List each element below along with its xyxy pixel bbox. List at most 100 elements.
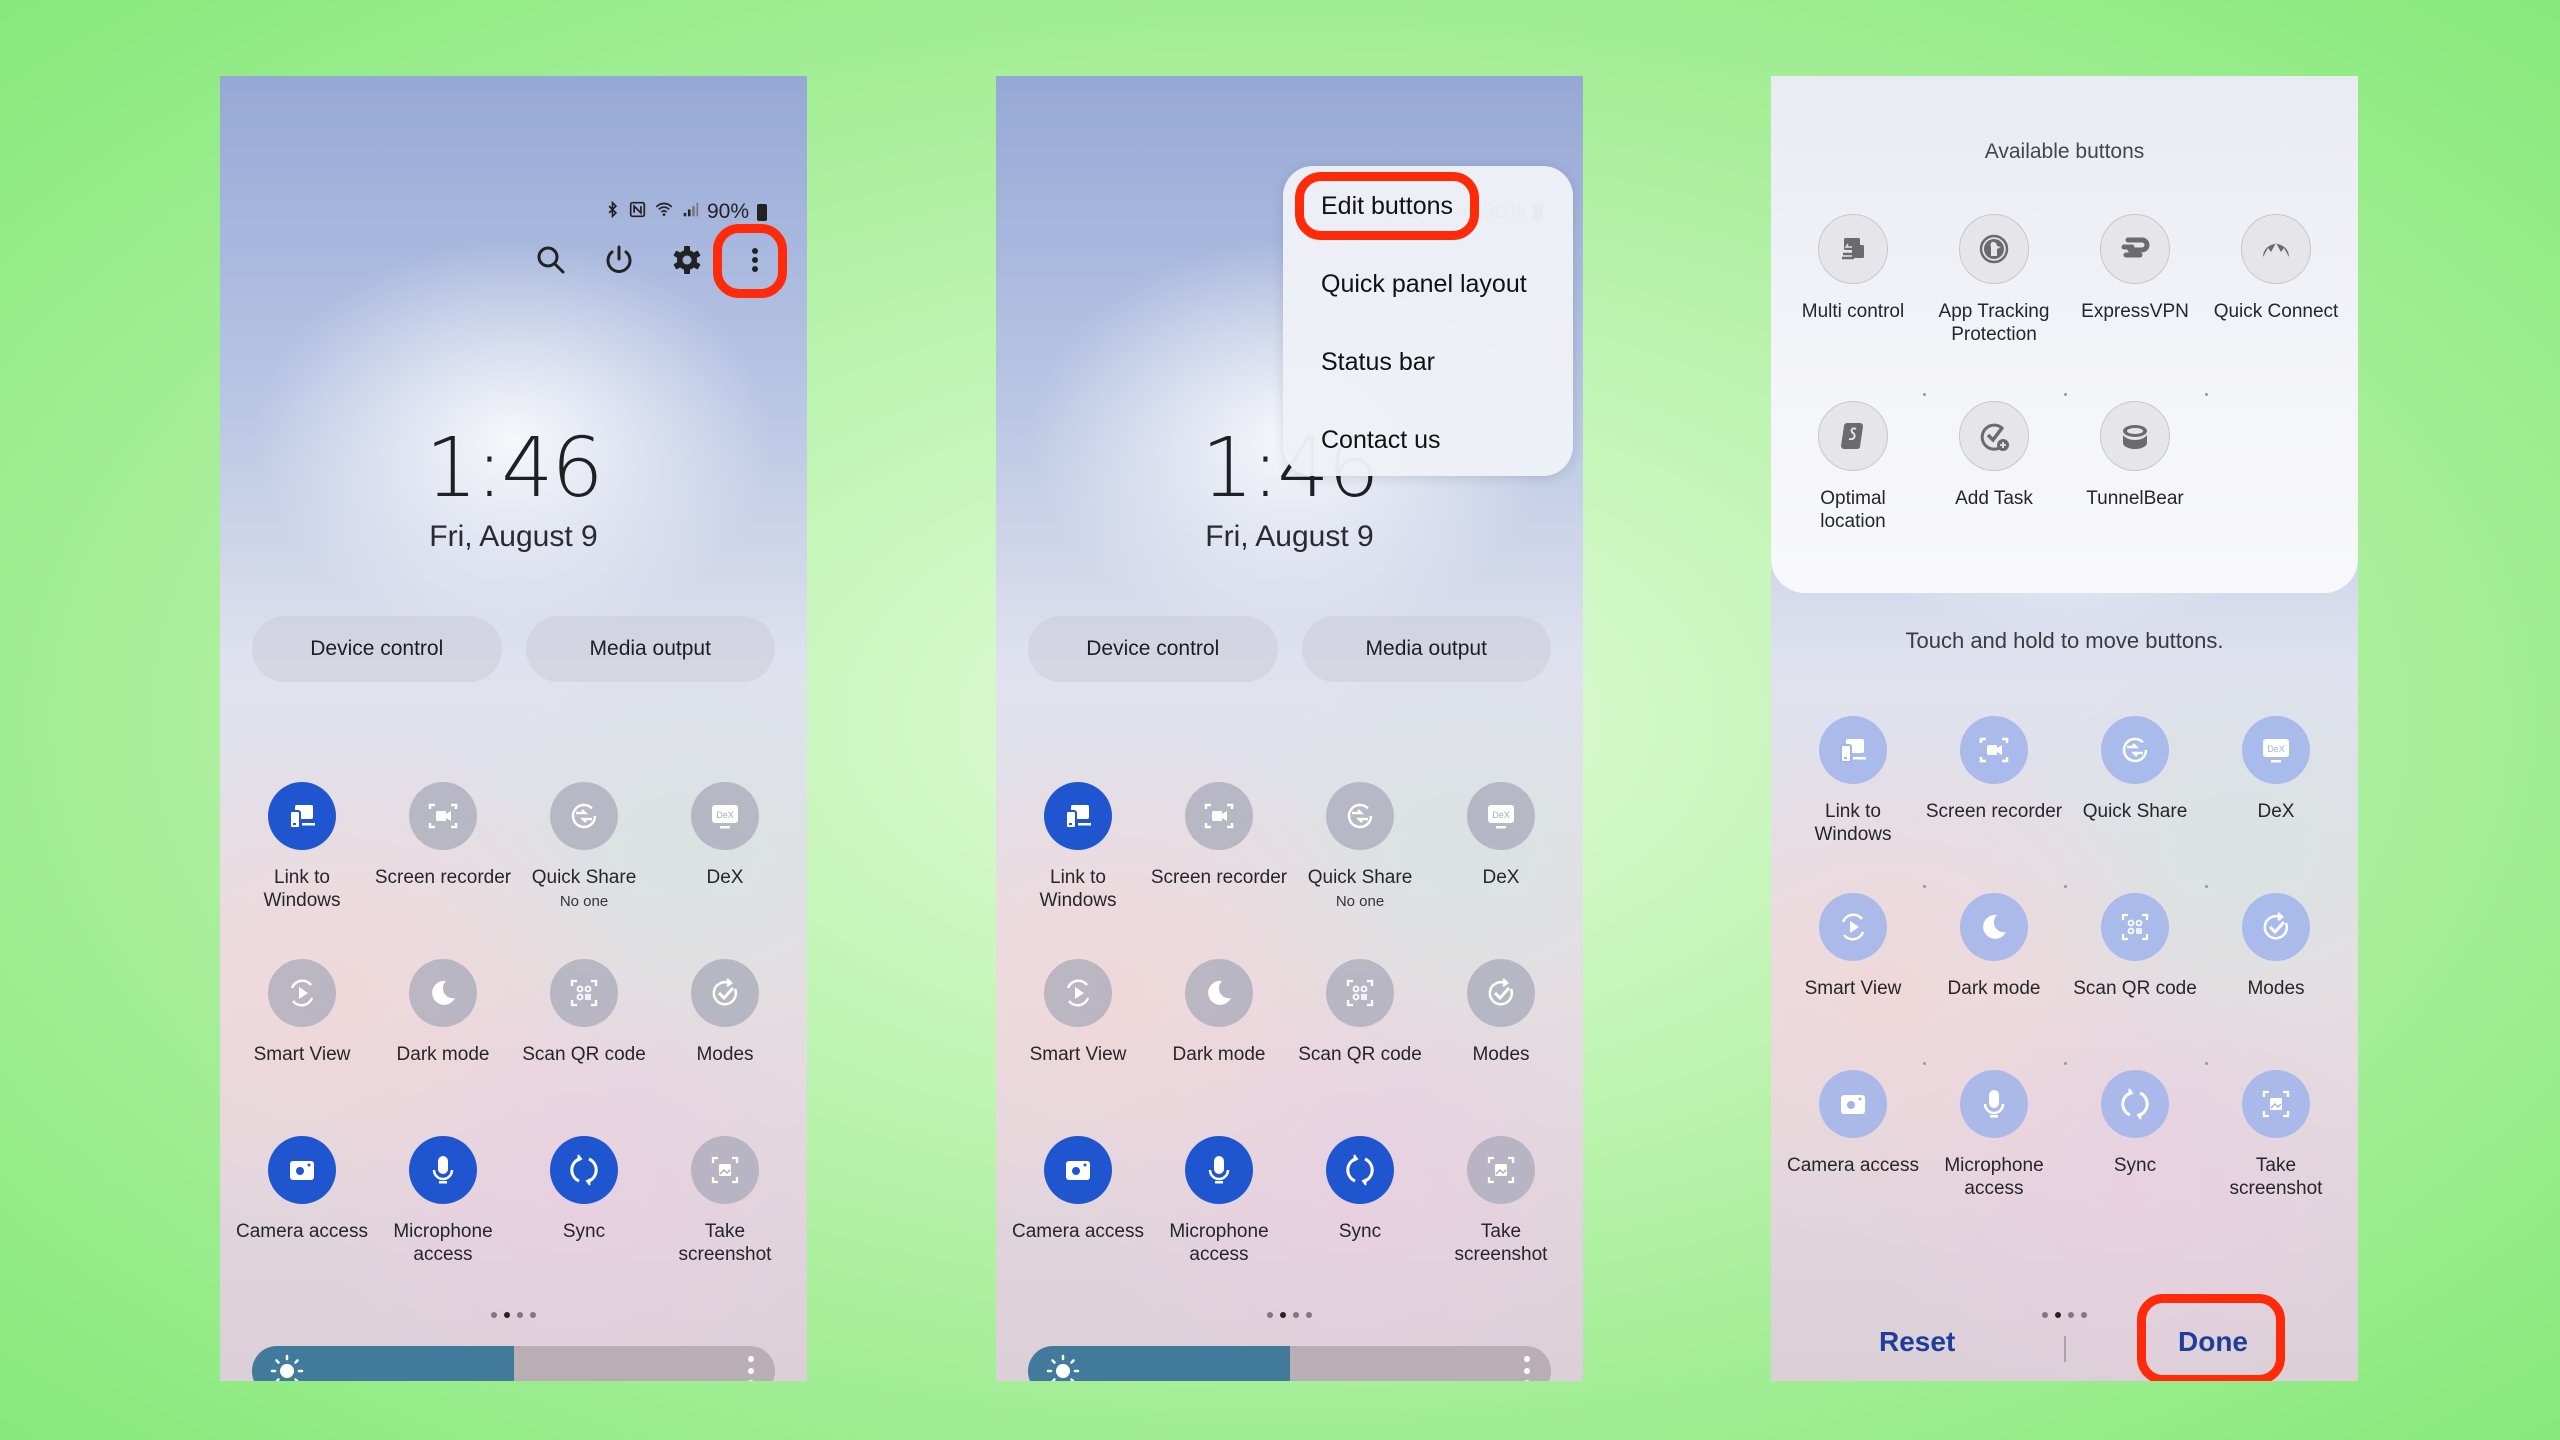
tile-screen-recorder[interactable]: Screen recorder xyxy=(373,782,514,959)
tile-quick-share[interactable]: Quick Share No one xyxy=(514,782,655,959)
page-dot[interactable] xyxy=(1306,1312,1312,1318)
clock-date: Fri, August 9 xyxy=(429,520,598,553)
available-surfshark[interactable]: Optimal location xyxy=(1783,401,1924,588)
edit-tile-qr-code[interactable]: Scan QR code xyxy=(2065,893,2206,1070)
tile-modes[interactable]: Modes xyxy=(1431,959,1572,1136)
settings-button[interactable] xyxy=(653,236,721,288)
menu-item-status-bar[interactable]: Status bar xyxy=(1321,348,1435,377)
tile-screenshot[interactable]: Take screenshot xyxy=(655,1136,796,1313)
page-dot[interactable] xyxy=(1293,1312,1299,1318)
tile-dark-mode[interactable]: Dark mode xyxy=(373,959,514,1136)
tile-label: TunnelBear xyxy=(2086,488,2184,509)
tile-camera[interactable]: Camera access xyxy=(1008,1136,1149,1313)
tile-label: Modes xyxy=(696,1044,754,1065)
edit-tile-dex[interactable]: DeX DeX xyxy=(2206,716,2347,893)
tile-label: Quick Share xyxy=(1307,867,1413,888)
edit-tile-camera[interactable]: Camera access xyxy=(1783,1070,1924,1247)
menu-item-contact-us[interactable]: Contact us xyxy=(1321,426,1441,455)
edit-tile-link-to-windows[interactable]: Link to Windows xyxy=(1783,716,1924,893)
page-dot[interactable] xyxy=(1267,1312,1273,1318)
quick-share-icon xyxy=(550,782,618,850)
tile-microphone[interactable]: Microphone access xyxy=(373,1136,514,1313)
signal-icon xyxy=(682,201,699,224)
page-dot[interactable] xyxy=(517,1312,523,1318)
brightness-slider[interactable] xyxy=(1028,1346,1551,1381)
page-dot[interactable] xyxy=(530,1312,536,1318)
link-to-windows-icon xyxy=(268,782,336,850)
tile-label: Quick Connect xyxy=(2213,301,2339,322)
media-output-button[interactable]: Media output xyxy=(525,616,775,682)
edit-tile-sync[interactable]: Sync xyxy=(2065,1070,2206,1247)
edit-hint: Touch and hold to move buttons. xyxy=(1905,628,2224,653)
smart-view-icon xyxy=(1044,959,1112,1027)
tile-qr-code[interactable]: Scan QR code xyxy=(1290,959,1431,1136)
quick-share-icon xyxy=(1326,782,1394,850)
edit-tile-screenshot[interactable]: Take screenshot xyxy=(2206,1070,2347,1247)
qr-code-icon xyxy=(1326,959,1394,1027)
available-tunnelbear[interactable]: TunnelBear xyxy=(2065,401,2206,588)
tile-smart-view[interactable]: Smart View xyxy=(232,959,373,1136)
edit-tile-smart-view[interactable]: Smart View xyxy=(1783,893,1924,1070)
tile-smart-view[interactable]: Smart View xyxy=(1008,959,1149,1136)
available-nordvpn[interactable]: Quick Connect xyxy=(2206,214,2347,401)
quick-panel-screen: 90% 1:46 Fri, August 9 Device control Me… xyxy=(220,76,807,1381)
page-dot[interactable] xyxy=(491,1312,497,1318)
screenshot-icon xyxy=(1467,1136,1535,1204)
edit-tile-dark-mode[interactable]: Dark mode xyxy=(1924,893,2065,1070)
tile-camera[interactable]: Camera access xyxy=(232,1136,373,1313)
tile-link-to-windows[interactable]: Link to Windows xyxy=(1008,782,1149,959)
tile-label: Scan QR code xyxy=(2073,978,2197,999)
grid-separator xyxy=(2205,1062,2208,1065)
dark-mode-icon xyxy=(1960,893,2028,961)
brightness-more-icon[interactable] xyxy=(1523,1356,1531,1381)
battery-percent: 90% xyxy=(706,200,749,223)
camera-icon xyxy=(268,1136,336,1204)
done-button[interactable]: Done xyxy=(2178,1326,2248,1358)
reset-button[interactable]: Reset xyxy=(1879,1326,1955,1358)
power-button[interactable] xyxy=(585,236,653,288)
tile-dex[interactable]: DeX DeX xyxy=(1431,782,1572,959)
available-duckduckgo[interactable]: App Tracking Protection xyxy=(1924,214,2065,401)
tile-microphone[interactable]: Microphone access xyxy=(1149,1136,1290,1313)
more-options-button[interactable] xyxy=(721,236,789,288)
page-indicator xyxy=(996,1312,1583,1318)
brightness-slider[interactable] xyxy=(252,1346,775,1381)
tile-dex[interactable]: DeX DeX xyxy=(655,782,796,959)
available-add-task[interactable]: Add Task xyxy=(1924,401,2065,588)
device-control-button[interactable]: Device control xyxy=(252,616,502,682)
tile-modes[interactable]: Modes xyxy=(655,959,796,1136)
tile-sync[interactable]: Sync xyxy=(1290,1136,1431,1313)
brightness-more-icon[interactable] xyxy=(747,1356,755,1381)
page-dot[interactable] xyxy=(1280,1312,1286,1318)
tile-label: Camera access xyxy=(1787,1155,1919,1176)
page-dot[interactable] xyxy=(504,1312,510,1318)
tile-label: Scan QR code xyxy=(1298,1044,1422,1065)
tile-label: Link to Windows xyxy=(1039,867,1117,911)
status-bar: 90% xyxy=(604,200,767,224)
link-to-windows-icon xyxy=(1819,716,1887,784)
tile-sync[interactable]: Sync xyxy=(514,1136,655,1313)
available-expressvpn[interactable]: ExpressVPN xyxy=(2065,214,2206,401)
available-multi-control[interactable]: Multi control xyxy=(1783,214,1924,401)
edit-tile-screen-recorder[interactable]: Screen recorder xyxy=(1924,716,2065,893)
tile-link-to-windows[interactable]: Link to Windows xyxy=(232,782,373,959)
edit-tile-microphone[interactable]: Microphone access xyxy=(1924,1070,2065,1247)
surfshark-icon xyxy=(1818,401,1888,471)
tile-screenshot[interactable]: Take screenshot xyxy=(1431,1136,1572,1313)
edit-tile-modes[interactable]: Modes xyxy=(2206,893,2347,1070)
device-control-button[interactable]: Device control xyxy=(1028,616,1278,682)
menu-item-quick-panel-layout[interactable]: Quick panel layout xyxy=(1321,270,1527,299)
tile-quick-share[interactable]: Quick Share No one xyxy=(1290,782,1431,959)
nfc-icon xyxy=(629,201,646,224)
search-button[interactable] xyxy=(517,236,585,288)
tile-screen-recorder[interactable]: Screen recorder xyxy=(1149,782,1290,959)
menu-item-edit-buttons[interactable]: Edit buttons xyxy=(1321,192,1453,221)
nordvpn-icon xyxy=(2241,214,2311,284)
media-output-button[interactable]: Media output xyxy=(1301,616,1551,682)
edit-tile-quick-share[interactable]: Quick Share xyxy=(2065,716,2206,893)
tile-label: Quick Share xyxy=(2082,801,2188,822)
tile-qr-code[interactable]: Scan QR code xyxy=(514,959,655,1136)
sync-icon xyxy=(550,1136,618,1204)
tile-dark-mode[interactable]: Dark mode xyxy=(1149,959,1290,1136)
power-icon xyxy=(602,243,636,282)
